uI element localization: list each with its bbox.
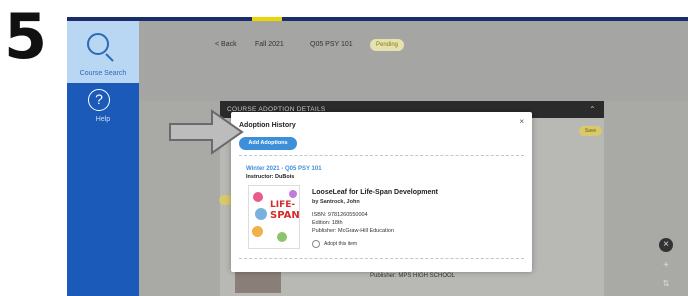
breadcrumb-term[interactable]: Fall 2021 [255, 41, 284, 48]
book-edition: Edition: 18th [312, 220, 343, 226]
add-adoptions-button[interactable]: Add Adoptions [239, 137, 297, 150]
cover-word-1: LIFE- [270, 200, 296, 210]
chevron-up-icon: ⌃ [588, 105, 596, 114]
status-pill: Pending [370, 39, 404, 51]
header-band [139, 21, 688, 101]
save-pill[interactable]: Save [579, 126, 602, 136]
step-number: 5 [4, 0, 48, 73]
sort-icon[interactable]: ⇅ [659, 277, 673, 291]
close-circle-icon[interactable]: × [659, 238, 673, 252]
book-isbn: ISBN: 9781260550004 [312, 212, 368, 218]
adopt-item-label: Adopt this item [324, 241, 358, 247]
divider [239, 258, 524, 259]
breadcrumb-course[interactable]: Q05 PSY 101 [310, 41, 353, 48]
pointer-arrow-icon [169, 109, 244, 155]
sidebar-item-label: Course Search [79, 70, 127, 77]
adoption-history-modal: Adoption History × Add Adoptions Winter … [231, 112, 532, 272]
book-publisher: Publisher: McGraw-Hill Education [312, 228, 394, 234]
adopt-radio[interactable] [312, 240, 320, 248]
term-course-link[interactable]: Winter 2021 - Q05 PSY 101 [246, 166, 322, 172]
book-cover-image: LIFE- SPAN [248, 185, 300, 249]
sidebar-item-course-search[interactable]: Course Search [67, 21, 139, 83]
sidebar-item-label: Help [95, 116, 111, 123]
publisher-text: Publisher: MPS HIGH SCHOOL [370, 273, 456, 279]
sidebar: Course Search ? Help [67, 21, 139, 296]
close-icon[interactable]: × [519, 117, 524, 126]
book-title: LooseLeaf for Life-Span Development [312, 189, 439, 196]
book-author: by Santrock, John [312, 199, 360, 205]
search-icon [87, 33, 109, 55]
back-link[interactable]: < Back [215, 41, 237, 48]
tutorial-frame: 5 Course Search ? Help COURSE ADOPTION D… [0, 0, 688, 296]
instructor-label: Instructor: DuBois [246, 174, 295, 180]
divider [239, 155, 524, 156]
cover-word-2: SPAN [270, 210, 300, 221]
modal-title: Adoption History [239, 122, 296, 129]
help-icon: ? [88, 89, 110, 111]
plus-icon[interactable]: + [659, 259, 673, 273]
